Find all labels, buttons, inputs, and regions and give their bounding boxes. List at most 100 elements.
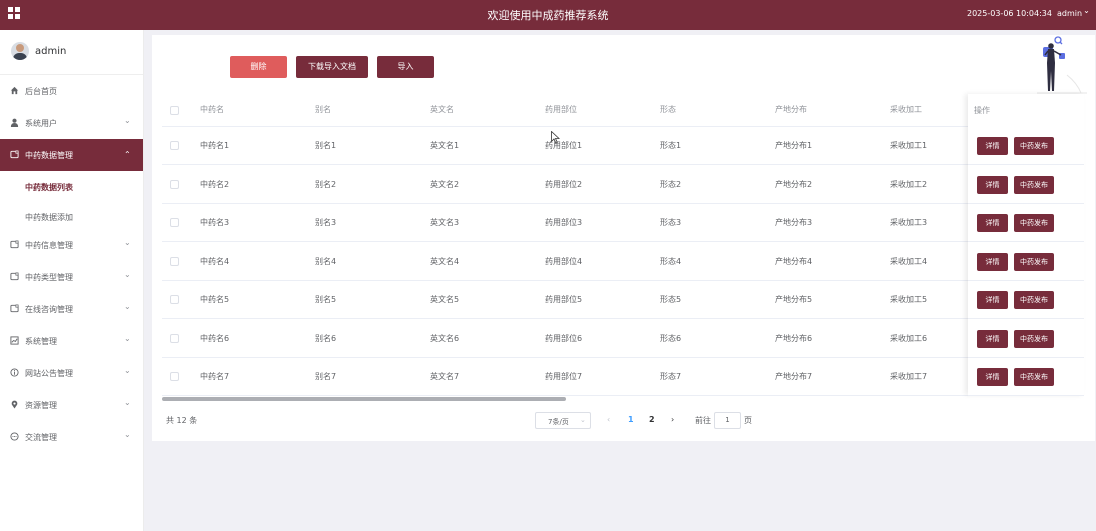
avatar [11, 42, 29, 60]
publish-button[interactable]: 中药发布 [1014, 291, 1054, 309]
row-checkbox[interactable] [170, 204, 179, 241]
page-1-button[interactable]: 1 [628, 415, 634, 424]
page-2-button[interactable]: 2 [649, 415, 655, 424]
sidebar-subitem-herb-list[interactable]: 中药数据列表 [0, 171, 143, 201]
sidebar-item-communication[interactable]: 交流管理 ⌄ [0, 421, 143, 453]
cell-medicinal-part: 药用部位3 [545, 217, 583, 227]
publish-button[interactable]: 中药发布 [1014, 137, 1054, 155]
publish-button[interactable]: 中药发布 [1014, 176, 1054, 194]
sidebar-item-label: 交流管理 [25, 433, 57, 442]
chevron-down-icon: ⌄ [124, 334, 131, 343]
sidebar-item-notice[interactable]: 网站公告管理 ⌄ [0, 357, 143, 389]
row-checkbox[interactable] [170, 358, 179, 395]
detail-button[interactable]: 详情 [977, 291, 1008, 309]
sidebar-subitem-herb-add[interactable]: 中药数据添加 [0, 201, 143, 231]
cell-alias: 别名3 [315, 217, 337, 227]
cell-origin: 产地分布3 [775, 217, 813, 227]
publish-button[interactable]: 中药发布 [1014, 330, 1054, 348]
select-all-checkbox[interactable] [170, 94, 179, 126]
folder-icon [10, 272, 19, 281]
cell-alias: 别名5 [315, 294, 337, 304]
detail-button[interactable]: 详情 [977, 368, 1008, 386]
column-header: 采收加工 [890, 105, 922, 114]
sidebar-item-label: 系统管理 [25, 337, 57, 346]
folder-icon [10, 304, 19, 313]
horizontal-scrollbar[interactable] [162, 396, 1084, 401]
location-icon [11, 400, 18, 409]
row-checkbox[interactable] [170, 166, 179, 203]
table-row: 中药名1 别名1 英文名1 药用部位1 形态1 产地分布1 采收加工1 [162, 127, 1084, 165]
sidebar-item-label: 在线咨询管理 [25, 305, 73, 314]
chevron-down-icon: ⌄ [124, 270, 131, 279]
chevron-down-icon: ⌄ [124, 238, 131, 247]
sidebar-item-consult[interactable]: 在线咨询管理 ⌄ [0, 293, 143, 325]
publish-button[interactable]: 中药发布 [1014, 368, 1054, 386]
cell-form: 形态6 [660, 333, 682, 343]
table-row: 中药名5 别名5 英文名5 药用部位5 形态5 产地分布5 采收加工5 [162, 281, 1084, 319]
scrollbar-thumb[interactable] [162, 397, 566, 401]
cell-name: 中药名1 [200, 140, 230, 150]
sidebar-subitem-label: 中药数据列表 [25, 183, 73, 192]
operation-row: 详情 中药发布 [968, 166, 1084, 204]
sidebar-item-herb-type[interactable]: 中药类型管理 ⌄ [0, 261, 143, 293]
sidebar-item-home[interactable]: 后台首页 [0, 75, 143, 107]
cell-name: 中药名6 [200, 333, 230, 343]
column-header: 形态 [660, 105, 676, 114]
chevron-up-icon: ⌃ [124, 150, 131, 159]
cell-processing: 采收加工6 [890, 333, 928, 343]
person-illustration [1037, 36, 1087, 94]
content-card: 删除 下载导入文档 导入 中药名 别名 英文名 药用部位 形态 产地分布 采收加… [152, 35, 1095, 441]
page-size-select[interactable]: 7条/页 ⌄ [535, 412, 591, 429]
import-button[interactable]: 导入 [377, 56, 434, 78]
cell-origin: 产地分布5 [775, 294, 813, 304]
row-checkbox[interactable] [170, 127, 179, 164]
publish-button[interactable]: 中药发布 [1014, 253, 1054, 271]
cell-medicinal-part: 药用部位2 [545, 179, 583, 189]
detail-button[interactable]: 详情 [977, 137, 1008, 155]
goto-page-input[interactable]: 1 [714, 412, 741, 429]
cell-processing: 采收加工7 [890, 371, 928, 381]
page-size-value: 7条/页 [548, 418, 569, 426]
detail-button[interactable]: 详情 [977, 253, 1008, 271]
publish-button[interactable]: 中药发布 [1014, 214, 1054, 232]
cell-processing: 采收加工1 [890, 140, 928, 150]
sidebar-item-system-users[interactable]: 系统用户 ⌄ [0, 107, 143, 139]
sidebar-item-herb-info[interactable]: 中药信息管理 ⌄ [0, 229, 143, 261]
table-header: 中药名 别名 英文名 药用部位 形态 产地分布 采收加工 [162, 94, 1084, 127]
download-template-button[interactable]: 下载导入文档 [296, 56, 368, 78]
sidebar-item-resource[interactable]: 资源管理 ⌄ [0, 389, 143, 421]
sidebar-item-herb-data[interactable]: 中药数据管理 ⌃ [0, 139, 143, 171]
sidebar: admin 后台首页 系统用户 ⌄ 中药数据管理 ⌃ 中药数据列表 中药数据添加… [0, 30, 144, 531]
column-header: 英文名 [430, 105, 454, 114]
chevron-down-icon: ⌄ [124, 430, 131, 439]
sidebar-item-label: 网站公告管理 [25, 369, 73, 378]
sidebar-item-label: 中药信息管理 [25, 241, 73, 250]
chart-icon [10, 336, 19, 345]
cell-form: 形态2 [660, 179, 682, 189]
row-checkbox[interactable] [170, 281, 179, 318]
sidebar-item-system[interactable]: 系统管理 ⌄ [0, 325, 143, 357]
cell-processing: 采收加工5 [890, 294, 928, 304]
profile-name: admin [35, 46, 67, 57]
chevron-down-icon: ⌄ [580, 416, 586, 424]
row-checkbox[interactable] [170, 320, 179, 357]
prev-page-button[interactable]: ‹ [607, 415, 610, 424]
cell-english-name: 英文名5 [430, 294, 460, 304]
cell-form: 形态5 [660, 294, 682, 304]
detail-button[interactable]: 详情 [977, 330, 1008, 348]
delete-button[interactable]: 删除 [230, 56, 287, 78]
cell-processing: 采收加工4 [890, 256, 928, 266]
cell-form: 形态7 [660, 371, 682, 381]
cell-english-name: 英文名7 [430, 371, 460, 381]
sidebar-item-label: 后台首页 [25, 87, 57, 96]
detail-button[interactable]: 详情 [977, 214, 1008, 232]
sidebar-profile: admin [0, 30, 143, 75]
table-row: 中药名2 别名2 英文名2 药用部位2 形态2 产地分布2 采收加工2 [162, 166, 1084, 204]
row-checkbox[interactable] [170, 243, 179, 280]
detail-button[interactable]: 详情 [977, 176, 1008, 194]
next-page-button[interactable]: › [671, 415, 674, 424]
operation-row: 详情 中药发布 [968, 358, 1084, 396]
operation-row: 详情 中药发布 [968, 243, 1084, 281]
cell-name: 中药名5 [200, 294, 230, 304]
user-menu[interactable]: admin⌄ [1057, 6, 1090, 18]
